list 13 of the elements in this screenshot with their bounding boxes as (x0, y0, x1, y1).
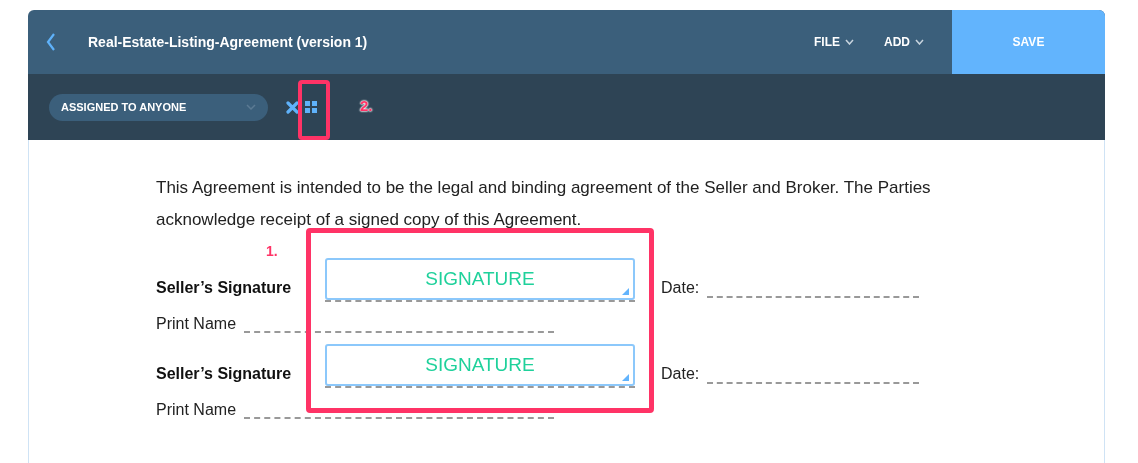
menu-button[interactable]: ADD (884, 33, 924, 51)
step-label: 1. (266, 242, 278, 261)
date-label: Date: (661, 364, 700, 384)
print-name-label: Print Name (156, 314, 237, 334)
print-name-label: Print Name (156, 400, 237, 420)
signature-label: Seller’s Signature (156, 364, 293, 384)
step-label: 2. (360, 96, 373, 116)
signature-label: Seller’s Signature (156, 278, 293, 298)
agreement-paragraph: This Agreement is intended to be the legal and binding agreement of the Seller and Broker. The Parties acknowledge receipt of a signed copy of this Agreement. (156, 177, 932, 231)
date-label: Date: (661, 278, 700, 298)
assignee-dropdown[interactable]: ASSIGNED TO ANYONE (49, 93, 268, 121)
document-title: Real-Estate-Listing-Agreement (version 1) (88, 32, 368, 52)
menu-button[interactable]: FILE (814, 33, 854, 51)
